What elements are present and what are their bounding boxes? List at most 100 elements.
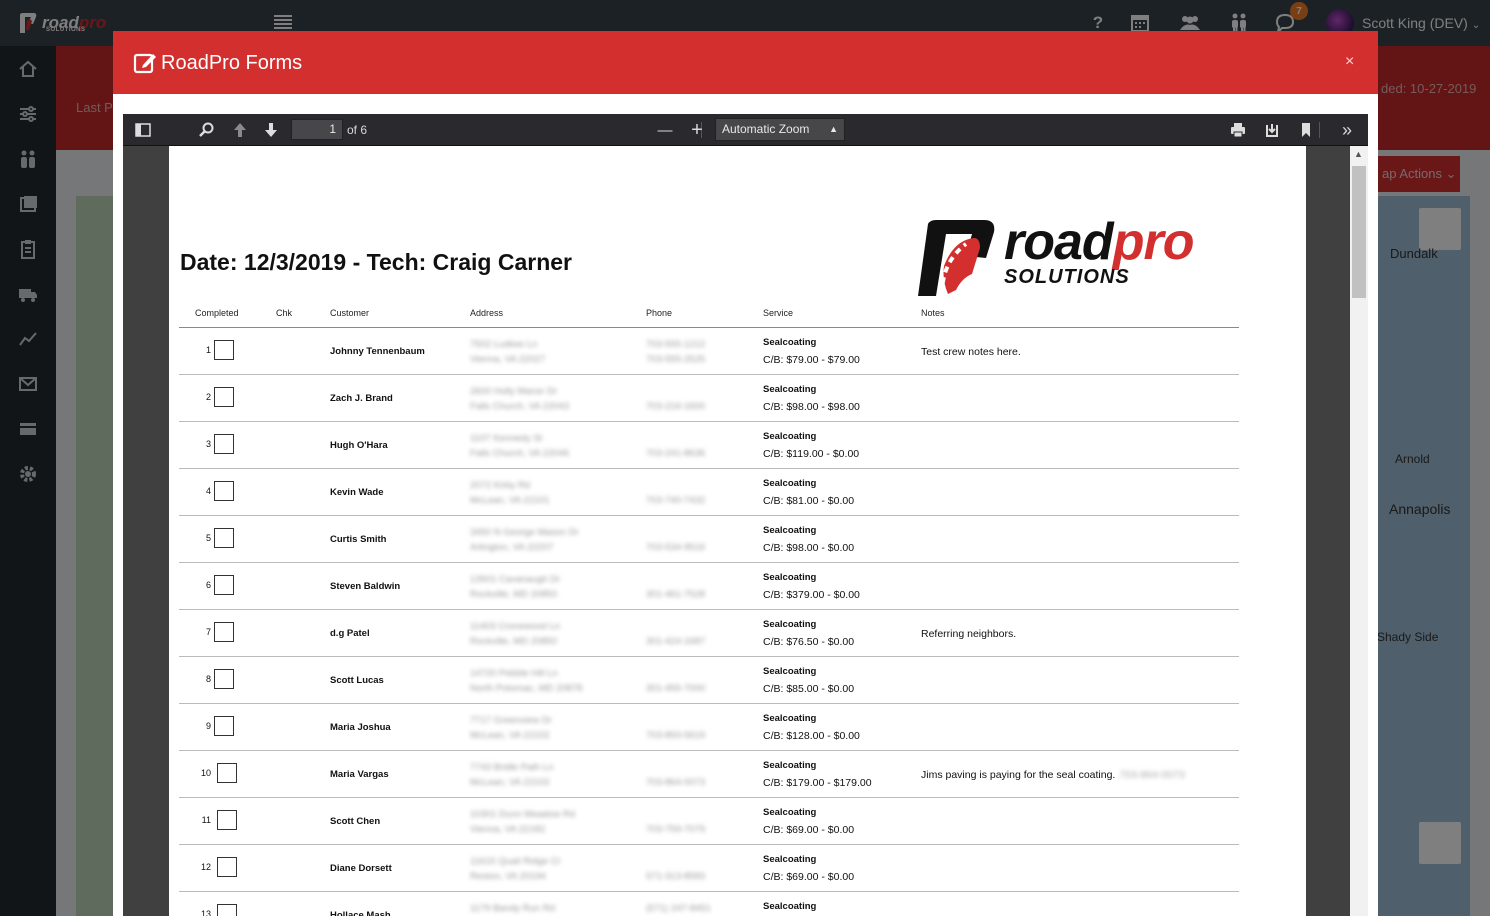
table-row: 1 Johnny Tennenbaum 7502 Ludlow Ln Vienna, … bbox=[179, 328, 1239, 375]
service-price: C/B: $81.00 - $0.00 bbox=[763, 495, 855, 507]
phone-line bbox=[646, 854, 705, 869]
zoom-select[interactable]: Automatic Zoom ▲ bbox=[715, 118, 845, 141]
service-notes bbox=[921, 581, 925, 593]
address-line: Rockville, MD 20850 bbox=[470, 636, 558, 647]
completed-checkbox[interactable] bbox=[214, 481, 234, 501]
close-button[interactable]: × bbox=[1345, 53, 1354, 71]
service-type: Sealcoating bbox=[763, 572, 817, 583]
modal-header: RoadPro Forms × bbox=[113, 31, 1378, 94]
address-line: 7502 Ludlow Ln bbox=[470, 339, 538, 350]
completed-checkbox[interactable] bbox=[214, 716, 234, 736]
page-count: of 6 bbox=[347, 123, 368, 137]
row-number: 9 bbox=[205, 721, 211, 731]
table-row: 10 Maria Vargas 7743 Bridle Path Ln McLean,… bbox=[179, 751, 1239, 798]
customer-address: 7502 Ludlow Ln Vienna, VA 22027 bbox=[470, 337, 545, 367]
phone-line bbox=[646, 384, 705, 399]
completed-checkbox[interactable] bbox=[217, 763, 237, 783]
phone-line: 301-461-7528 bbox=[646, 589, 706, 600]
address-line: McLean, VA 22101 bbox=[470, 495, 550, 506]
bookmark-icon[interactable] bbox=[1297, 121, 1315, 139]
phone-line bbox=[646, 666, 705, 681]
table-row: 7 d.g Patel 11403 Cronewood Ln Rockville, M… bbox=[179, 610, 1239, 657]
service-type: Sealcoating bbox=[763, 807, 817, 818]
address-line: McLean, VA 22102 bbox=[470, 777, 550, 788]
table-row: 5 Curtis Smith 3450 N George Mason Dr Arlin… bbox=[179, 516, 1239, 563]
previous-page-icon[interactable] bbox=[231, 121, 249, 139]
page-number-input[interactable]: 1 bbox=[291, 119, 343, 140]
completed-checkbox[interactable] bbox=[214, 575, 234, 595]
address-line: 10301 Dunn Meadow Rd bbox=[470, 809, 576, 820]
address-line: 7743 Bridle Path Ln bbox=[470, 762, 554, 773]
service-notes bbox=[921, 816, 925, 828]
note-phone: 703-864-0073 bbox=[1119, 769, 1185, 781]
select-arrows-icon: ▲ bbox=[829, 124, 838, 134]
customer-phone: 301-455-7000 bbox=[646, 666, 705, 696]
modal-title: RoadPro Forms bbox=[161, 52, 303, 74]
phone-line: 703-216-1600 bbox=[646, 401, 706, 412]
column-header: Notes bbox=[921, 308, 945, 318]
service-type: Sealcoating bbox=[763, 384, 817, 395]
scrollbar[interactable]: ▲ bbox=[1350, 146, 1368, 916]
customer-name: Maria Joshua bbox=[330, 722, 391, 733]
completed-checkbox[interactable] bbox=[214, 387, 234, 407]
completed-checkbox[interactable] bbox=[217, 904, 237, 916]
service-notes: Test crew notes here. bbox=[921, 346, 1025, 358]
completed-checkbox[interactable] bbox=[214, 669, 234, 689]
row-number: 12 bbox=[200, 862, 211, 872]
forms-modal: RoadPro Forms × 1 of 6 — + Automatic Zoo… bbox=[113, 31, 1378, 916]
next-page-icon[interactable] bbox=[262, 121, 280, 139]
customer-address: 11403 Cronewood Ln Rockville, MD 20850 bbox=[470, 619, 560, 649]
address-line: 11403 Cronewood Ln bbox=[470, 621, 561, 632]
customer-name: Hollace Mash bbox=[330, 910, 391, 916]
completed-checkbox[interactable] bbox=[217, 857, 237, 877]
completed-checkbox[interactable] bbox=[214, 622, 234, 642]
logo-solutions-text: SOLUTIONS bbox=[1004, 266, 1130, 288]
customer-address: 2600 Holly Manor Dr Falls Church, VA 2204… bbox=[470, 384, 569, 414]
note-text: Test crew notes here. bbox=[921, 346, 1021, 358]
sidebar-toggle-icon[interactable] bbox=[134, 121, 152, 139]
completed-checkbox[interactable] bbox=[214, 528, 234, 548]
customer-phone: 703-864-0073 bbox=[646, 760, 705, 790]
address-line: 11615 Quail Ridge Ct bbox=[470, 856, 561, 867]
column-header: Address bbox=[470, 308, 504, 318]
completed-checkbox[interactable] bbox=[217, 810, 237, 830]
service-notes bbox=[921, 722, 925, 734]
download-icon[interactable] bbox=[1263, 121, 1281, 139]
column-header: Customer bbox=[330, 308, 370, 318]
table-row: 4 Kevin Wade 2072 Kirby Rd McLean, VA 22101… bbox=[179, 469, 1239, 516]
customer-name: Johnny Tennenbaum bbox=[330, 346, 425, 357]
table-row: 3 Hugh O'Hara 1107 Kennedy St Falls Church,… bbox=[179, 422, 1239, 469]
row-number: 6 bbox=[205, 580, 211, 590]
service-notes bbox=[921, 393, 925, 405]
customer-phone: 703-241-8636 bbox=[646, 431, 705, 461]
column-header: Phone bbox=[646, 308, 673, 318]
address-line: 13501 Cavanaugh Dr bbox=[470, 574, 561, 585]
phone-line bbox=[646, 807, 705, 822]
customer-name: Steven Baldwin bbox=[330, 581, 401, 592]
service-type: Sealcoating bbox=[763, 854, 817, 865]
table-row: 12 Diane Dorsett 11615 Quail Ridge Ct Resto… bbox=[179, 845, 1239, 892]
customer-phone: 703-759-7079 bbox=[646, 807, 705, 837]
customer-phone: (571) 247-8451 bbox=[646, 901, 711, 916]
row-number: 11 bbox=[201, 815, 211, 825]
service-notes bbox=[921, 440, 925, 452]
completed-checkbox[interactable] bbox=[214, 434, 234, 454]
customer-name: Curtis Smith bbox=[330, 534, 387, 545]
print-icon[interactable] bbox=[1229, 121, 1247, 139]
tools-menu-icon[interactable]: » bbox=[1338, 120, 1356, 140]
completed-checkbox[interactable] bbox=[214, 340, 234, 360]
row-number: 7 bbox=[205, 627, 211, 637]
customer-phone: 703-216-1600 bbox=[646, 384, 705, 414]
phone-line bbox=[646, 478, 705, 493]
service-type: Sealcoating bbox=[763, 478, 817, 489]
row-number: 3 bbox=[205, 439, 211, 449]
zoom-in-button[interactable]: + bbox=[688, 119, 706, 141]
address-line: 14720 Pebble Hill Ln bbox=[470, 668, 558, 679]
zoom-out-button[interactable]: — bbox=[656, 121, 674, 139]
scroll-up-icon[interactable]: ▲ bbox=[1354, 149, 1363, 159]
address-line: 2600 Holly Manor Dr bbox=[470, 386, 558, 397]
service-price: C/B: $98.00 - $98.00 bbox=[763, 401, 860, 413]
scrollbar-thumb[interactable] bbox=[1352, 166, 1366, 298]
search-icon[interactable] bbox=[198, 121, 216, 139]
service-price: C/B: $85.00 - $0.00 bbox=[763, 683, 855, 695]
